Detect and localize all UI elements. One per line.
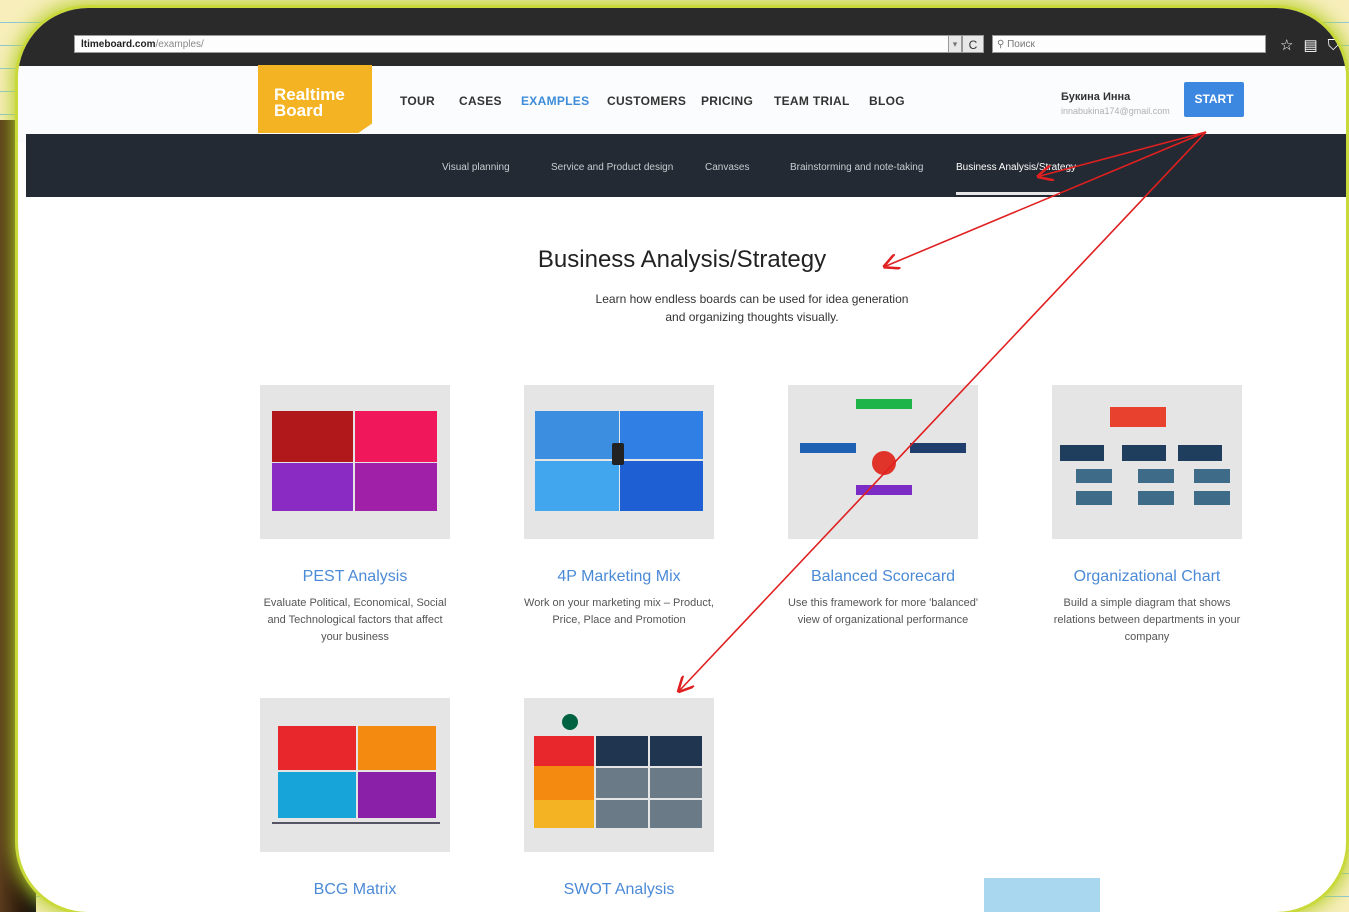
card-title-balanced[interactable]: Balanced Scorecard xyxy=(765,568,1001,586)
browser-toolbar: ltimeboard.com/examples/ ▾ C ⚲ Поиск ☆▤⛉ xyxy=(18,8,1346,66)
shield-icon[interactable]: ⛉ xyxy=(1328,37,1346,54)
user-email: innabukina174@gmail.com xyxy=(1061,106,1170,116)
search-placeholder: Поиск xyxy=(1007,39,1035,50)
card-desc-balanced: Use this framework for more 'balanced' v… xyxy=(787,597,979,626)
pest-analysis-thumbnail[interactable] xyxy=(260,385,450,539)
page-subtitle: Learn how endless boards can be used for… xyxy=(582,290,922,326)
browser-tool-icons: ☆▤⛉ xyxy=(1280,36,1346,54)
nav-blog[interactable]: BLOG xyxy=(869,94,905,108)
page-title: Business Analysis/Strategy xyxy=(537,246,827,273)
nav-examples[interactable]: EXAMPLES xyxy=(521,94,589,108)
subnav-business-analysis[interactable]: Business Analysis/Strategy xyxy=(956,162,1076,173)
browser-search-input[interactable]: ⚲ Поиск xyxy=(992,35,1266,53)
nav-customers[interactable]: CUSTOMERS xyxy=(607,94,686,108)
start-button[interactable]: START xyxy=(1184,82,1244,117)
url-path: /examples/ xyxy=(155,39,204,50)
category-subnav xyxy=(26,134,1346,197)
nav-pricing[interactable]: PRICING xyxy=(701,94,753,108)
card-desc-4p: Work on your marketing mix – Product, Pr… xyxy=(524,597,714,626)
starbucks-logo xyxy=(562,714,578,730)
reload-button[interactable]: C xyxy=(962,35,984,53)
card-title-4p[interactable]: 4P Marketing Mix xyxy=(501,568,737,586)
card-title-bcg[interactable]: BCG Matrix xyxy=(237,881,473,899)
page-subtitle-line1: Learn how endless boards can be used for… xyxy=(595,292,909,306)
card-desc-org-chart: Build a simple diagram that shows relati… xyxy=(1053,597,1241,643)
page-subtitle-line2: and organizing thoughts visually. xyxy=(665,310,839,324)
logo-line2: Board xyxy=(274,101,324,120)
partial-thumbnail xyxy=(984,878,1100,912)
user-name[interactable]: Букина Инна xyxy=(1061,91,1130,103)
screenshot-frame: ltimeboard.com/examples/ ▾ C ⚲ Поиск ☆▤⛉… xyxy=(18,8,1346,912)
subnav-visual-planning[interactable]: Visual planning xyxy=(442,162,510,173)
nav-cases[interactable]: CASES xyxy=(459,94,502,108)
balanced-scorecard-thumbnail[interactable] xyxy=(788,385,978,539)
card-title-org-chart[interactable]: Organizational Chart xyxy=(1029,568,1265,586)
card-title-pest[interactable]: PEST Analysis xyxy=(237,568,473,586)
subnav-active-underline xyxy=(956,192,1060,195)
subnav-canvases[interactable]: Canvases xyxy=(705,162,749,173)
dropdown-icon[interactable]: ▾ xyxy=(948,35,962,53)
subnav-service-product-design[interactable]: Service and Product design xyxy=(551,162,673,173)
clipboard-icon[interactable]: ▤ xyxy=(1303,37,1327,54)
search-icon: ⚲ xyxy=(997,39,1005,50)
4p-marketing-mix-thumbnail[interactable] xyxy=(524,385,714,539)
nav-tour[interactable]: TOUR xyxy=(400,94,435,108)
address-bar[interactable]: ltimeboard.com/examples/ xyxy=(74,35,974,53)
subnav-brainstorming[interactable]: Brainstorming and note-taking xyxy=(790,162,923,173)
card-desc-pest: Evaluate Political, Economical, Social a… xyxy=(263,597,447,643)
target-icon xyxy=(872,451,896,475)
nav-team-trial[interactable]: TEAM TRIAL xyxy=(774,94,850,108)
realtimeboard-logo[interactable]: Realtime Board xyxy=(258,65,372,133)
bcg-matrix-thumbnail[interactable] xyxy=(260,698,450,852)
swot-analysis-thumbnail[interactable] xyxy=(524,698,714,852)
card-title-swot[interactable]: SWOT Analysis xyxy=(501,881,737,899)
star-icon[interactable]: ☆ xyxy=(1280,37,1303,54)
organizational-chart-thumbnail[interactable] xyxy=(1052,385,1242,539)
url-host: ltimeboard.com xyxy=(81,39,156,50)
phone-icon xyxy=(612,443,624,465)
